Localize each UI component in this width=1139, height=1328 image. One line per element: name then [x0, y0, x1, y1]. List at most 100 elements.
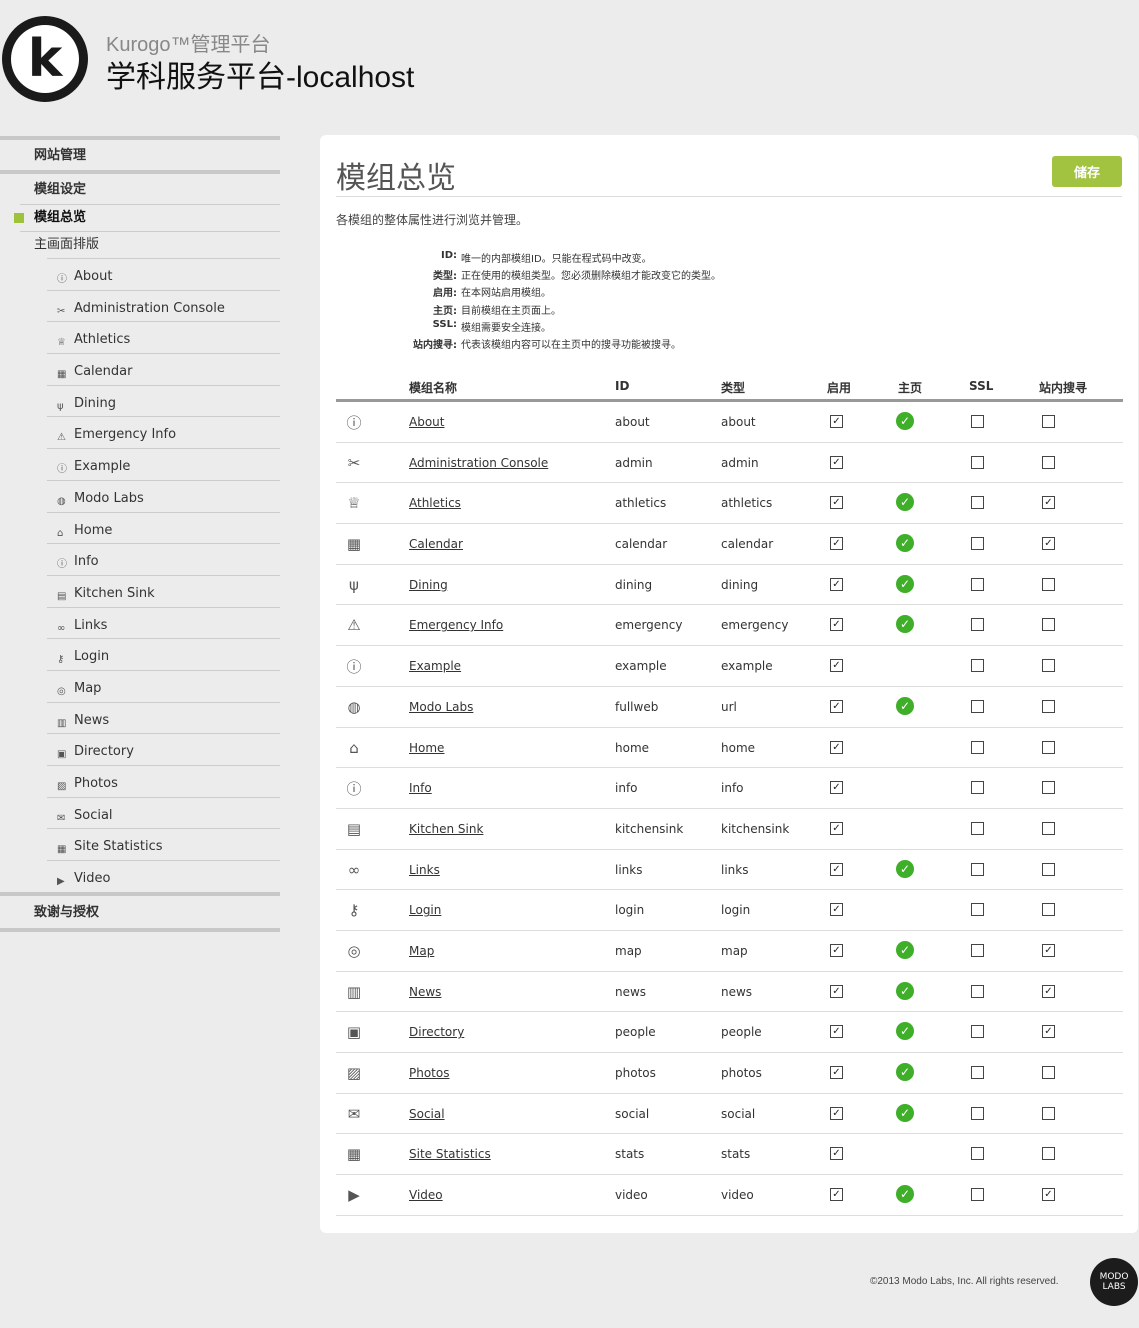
enabled-checkbox[interactable]: ✓ — [830, 1025, 843, 1039]
search-checkbox[interactable] — [1042, 1066, 1055, 1079]
enabled-checkbox[interactable]: ✓ — [830, 618, 843, 632]
ssl-checkbox[interactable] — [971, 1188, 984, 1202]
module-name-link[interactable]: Kitchen Sink — [409, 822, 483, 836]
ssl-checkbox[interactable] — [971, 1025, 984, 1039]
search-checkbox[interactable] — [1042, 1106, 1055, 1120]
module-name-link[interactable]: Example — [409, 659, 461, 673]
module-name-link[interactable]: Modo Labs — [409, 700, 473, 714]
nav-module-item[interactable]: ⚠ Emergency Info — [47, 416, 280, 448]
ssl-checkbox[interactable] — [971, 781, 984, 795]
module-name-link[interactable]: Emergency Info — [409, 618, 503, 632]
module-name-link[interactable]: Home — [409, 741, 444, 755]
module-name-link[interactable]: About — [409, 415, 444, 429]
ssl-checkbox[interactable] — [971, 659, 984, 673]
enabled-checkbox[interactable]: ✓ — [830, 455, 843, 469]
ssl-checkbox[interactable] — [971, 1147, 984, 1161]
enabled-checkbox[interactable]: ✓ — [830, 1188, 843, 1202]
ssl-checkbox[interactable] — [971, 537, 984, 551]
ssl-checkbox[interactable] — [971, 1106, 984, 1120]
search-checkbox[interactable] — [1042, 415, 1055, 428]
ssl-checkbox[interactable] — [971, 943, 984, 957]
nav-module-item[interactable]: ⚷ Login — [47, 638, 280, 670]
search-checkbox[interactable] — [1042, 903, 1055, 917]
search-checkbox[interactable] — [1042, 699, 1055, 713]
nav-homescreen-layout[interactable]: 主画面排版 — [20, 231, 280, 258]
search-checkbox[interactable]: ✓ — [1042, 496, 1055, 510]
search-checkbox[interactable] — [1042, 862, 1055, 876]
nav-module-item[interactable]: ▨ Photos — [47, 765, 280, 797]
save-button[interactable]: 储存 — [1052, 156, 1122, 187]
module-name-link[interactable]: Login — [409, 903, 441, 917]
enabled-checkbox[interactable]: ✓ — [830, 984, 843, 998]
search-checkbox[interactable] — [1042, 659, 1055, 673]
nav-module-item[interactable]: ◎ Map — [47, 669, 280, 702]
module-name-link[interactable]: Social — [409, 1107, 445, 1121]
module-name-link[interactable]: Administration Console — [409, 456, 548, 470]
enabled-checkbox[interactable]: ✓ — [830, 699, 843, 713]
module-name-link[interactable]: Links — [409, 863, 440, 877]
ssl-checkbox[interactable] — [971, 740, 984, 754]
enabled-checkbox[interactable]: ✓ — [830, 1106, 843, 1120]
ssl-checkbox[interactable] — [971, 699, 984, 713]
nav-module-item[interactable]: ∞ Links — [47, 606, 280, 639]
search-checkbox[interactable]: ✓ — [1042, 1025, 1055, 1039]
nav-module-item[interactable]: ▦ Site Statistics — [47, 828, 280, 860]
ssl-checkbox[interactable] — [971, 1066, 984, 1079]
nav-module-item[interactable]: ⓘ Info — [47, 543, 280, 575]
nav-module-item[interactable]: ▥ News — [47, 701, 280, 734]
nav-module-item[interactable]: ψ Dining — [47, 384, 280, 417]
ssl-checkbox[interactable] — [971, 618, 984, 632]
search-checkbox[interactable]: ✓ — [1042, 1188, 1055, 1202]
search-checkbox[interactable]: ✓ — [1042, 537, 1055, 551]
nav-module-item[interactable]: ▦ Calendar — [47, 353, 280, 385]
nav-module-item[interactable]: ✂ Administration Console — [47, 289, 280, 322]
ssl-checkbox[interactable] — [971, 455, 984, 469]
ssl-checkbox[interactable] — [971, 984, 984, 998]
module-name-link[interactable]: Video — [409, 1188, 443, 1202]
search-checkbox[interactable] — [1042, 781, 1055, 795]
ssl-checkbox[interactable] — [971, 903, 984, 917]
ssl-checkbox[interactable] — [971, 496, 984, 510]
module-name-link[interactable]: Athletics — [409, 496, 461, 510]
enabled-checkbox[interactable]: ✓ — [830, 537, 843, 551]
nav-module-settings[interactable]: 模组设定 — [0, 170, 280, 204]
enabled-checkbox[interactable]: ✓ — [830, 1147, 843, 1161]
enabled-checkbox[interactable]: ✓ — [830, 577, 843, 591]
search-checkbox[interactable] — [1042, 577, 1055, 591]
nav-module-item[interactable]: ◍ Modo Labs — [47, 479, 280, 512]
nav-credits[interactable]: 致谢与授权 — [0, 891, 280, 932]
enabled-checkbox[interactable]: ✓ — [830, 1066, 843, 1079]
enabled-checkbox[interactable]: ✓ — [830, 781, 843, 795]
module-name-link[interactable]: Photos — [409, 1066, 449, 1080]
enabled-checkbox[interactable]: ✓ — [830, 862, 843, 876]
ssl-checkbox[interactable] — [971, 577, 984, 591]
module-name-link[interactable]: Map — [409, 944, 434, 958]
enabled-checkbox[interactable]: ✓ — [830, 415, 843, 428]
search-checkbox[interactable] — [1042, 821, 1055, 835]
nav-module-item[interactable]: ▶ Video — [47, 860, 280, 892]
module-name-link[interactable]: Dining — [409, 578, 448, 592]
module-name-link[interactable]: News — [409, 985, 441, 999]
search-checkbox[interactable]: ✓ — [1042, 943, 1055, 957]
module-name-link[interactable]: Site Statistics — [409, 1147, 491, 1161]
search-checkbox[interactable]: ✓ — [1042, 984, 1055, 998]
nav-module-item[interactable]: ♕ Athletics — [47, 321, 280, 353]
nav-module-overview[interactable]: 模组总览 — [14, 204, 280, 231]
enabled-checkbox[interactable]: ✓ — [830, 659, 843, 673]
nav-module-item[interactable]: ✉ Social — [47, 796, 280, 829]
search-checkbox[interactable] — [1042, 618, 1055, 632]
ssl-checkbox[interactable] — [971, 862, 984, 876]
enabled-checkbox[interactable]: ✓ — [830, 740, 843, 754]
nav-module-item[interactable]: ⓘ About — [47, 258, 280, 290]
enabled-checkbox[interactable]: ✓ — [830, 903, 843, 917]
nav-module-item[interactable]: ⌂ Home — [47, 511, 280, 544]
ssl-checkbox[interactable] — [971, 415, 984, 428]
module-name-link[interactable]: Directory — [409, 1025, 464, 1039]
enabled-checkbox[interactable]: ✓ — [830, 821, 843, 835]
nav-module-item[interactable]: ▣ Directory — [47, 733, 280, 765]
nav-site-admin[interactable]: 网站管理 — [0, 136, 280, 170]
module-name-link[interactable]: Info — [409, 781, 432, 795]
search-checkbox[interactable] — [1042, 1147, 1055, 1161]
enabled-checkbox[interactable]: ✓ — [830, 943, 843, 957]
search-checkbox[interactable] — [1042, 740, 1055, 754]
